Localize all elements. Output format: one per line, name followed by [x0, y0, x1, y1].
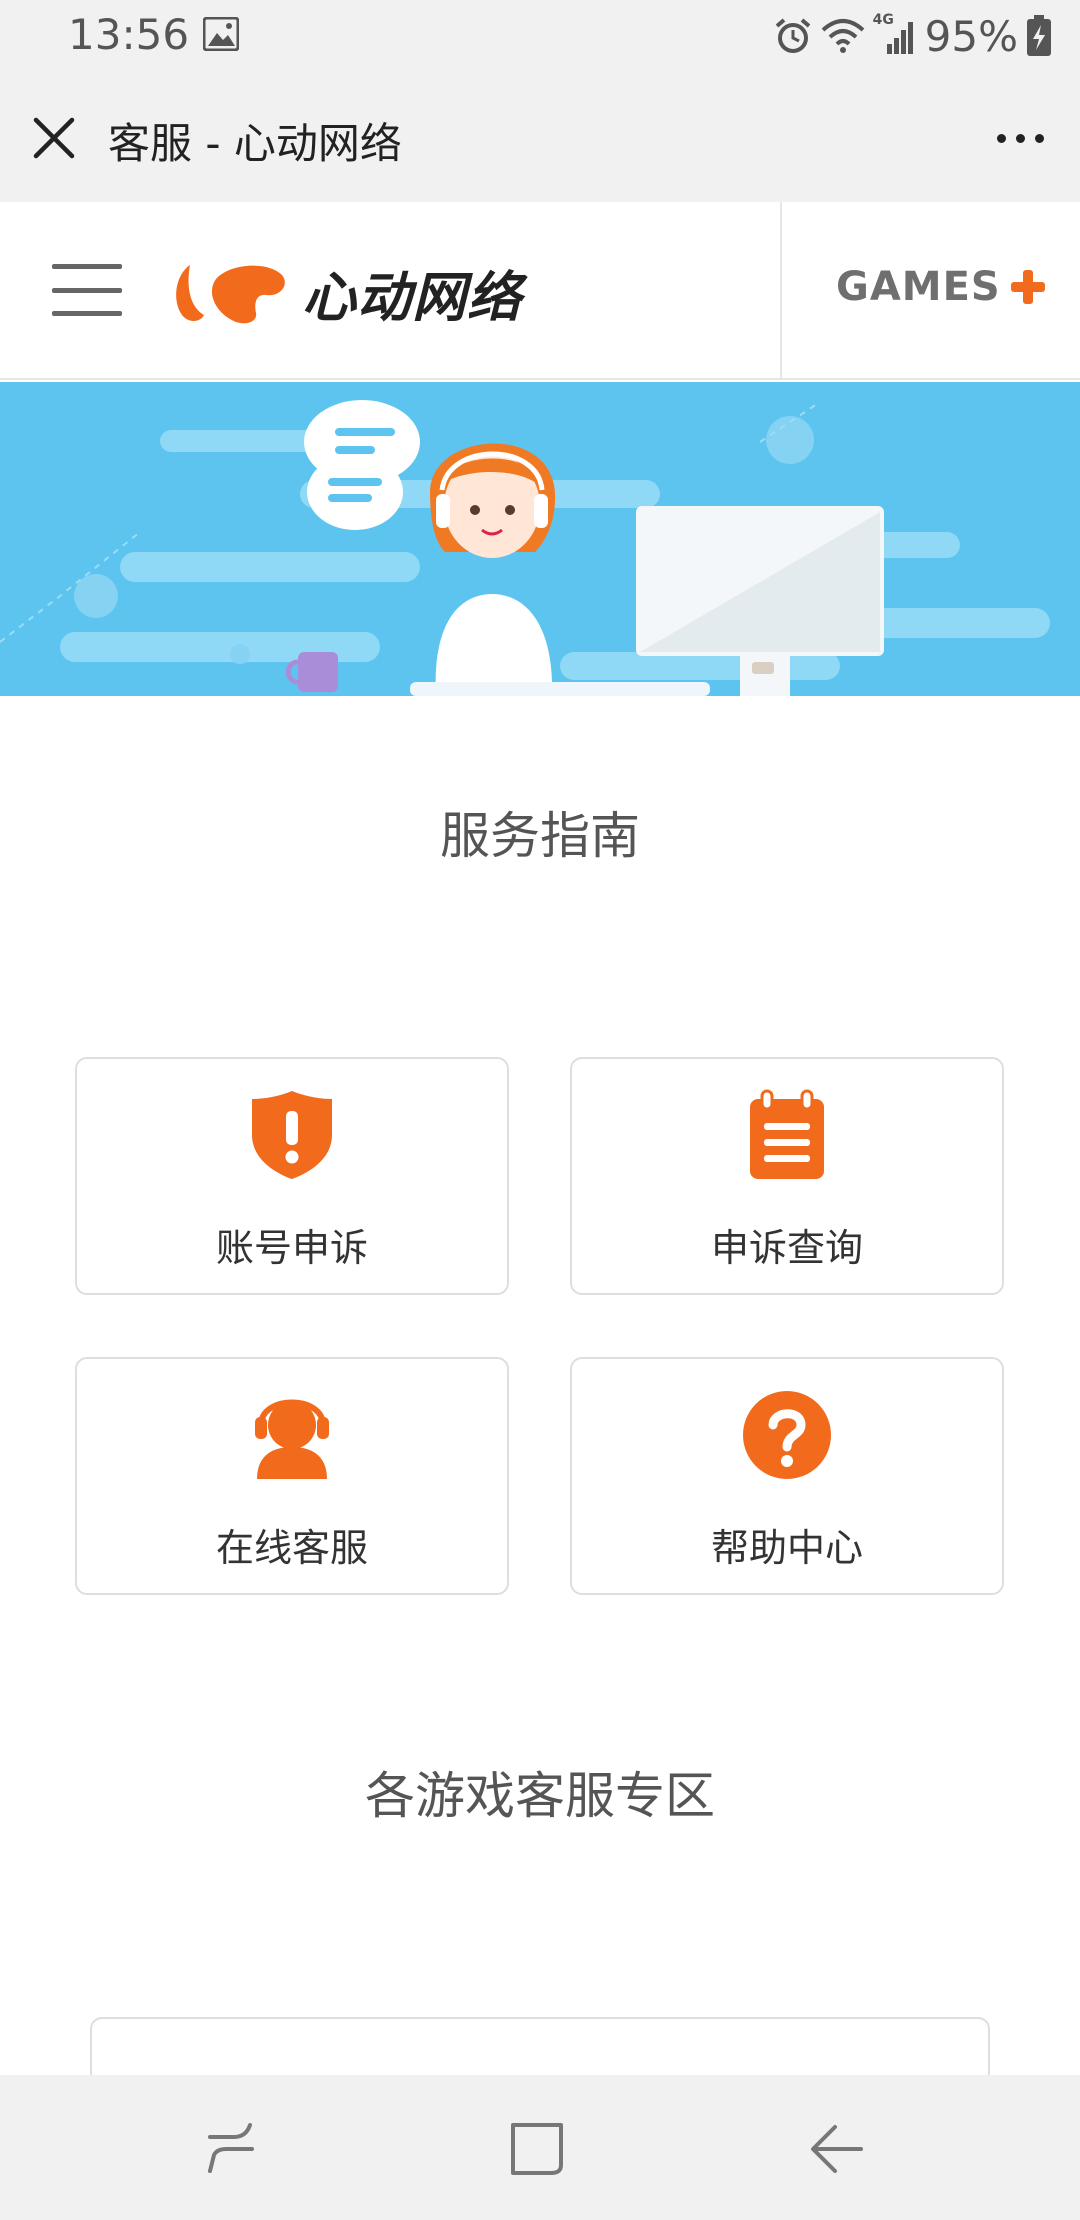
- battery-charging-icon: [1027, 15, 1051, 56]
- more-options-icon[interactable]: [980, 112, 1060, 164]
- site-logo[interactable]: 心动网络: [170, 250, 522, 334]
- appeal-query-card[interactable]: 申诉查询: [570, 1057, 1004, 1295]
- games-label: GAMES: [836, 264, 1001, 310]
- plus-icon: [1010, 270, 1045, 304]
- site-header: 心动网络 GAMES: [0, 202, 1080, 380]
- banner-illustration: [0, 382, 1080, 696]
- battery-percent: 95%: [924, 11, 1018, 61]
- game-zones-section-title: 各游戏客服专区: [365, 1767, 715, 1825]
- header-divider: [780, 202, 782, 380]
- logo-mark-icon: [176, 265, 285, 324]
- recent-apps-icon[interactable]: [200, 2117, 264, 2181]
- notepad-icon: [750, 1089, 824, 1179]
- card-label: 账号申诉: [215, 1226, 368, 1270]
- games-link[interactable]: GAMES: [836, 264, 1045, 310]
- help-center-card[interactable]: 帮助中心: [570, 1357, 1004, 1595]
- alarm-icon: [775, 18, 810, 53]
- gallery-notification-icon: [203, 17, 239, 51]
- page-title: 客服 - 心动网络: [108, 119, 402, 168]
- help-question-icon: [743, 1391, 831, 1479]
- webview-title-bar: 客服 - 心动网络: [0, 72, 1080, 202]
- home-icon[interactable]: [505, 2117, 569, 2181]
- customer-service-banner: [0, 382, 1080, 696]
- menu-icon[interactable]: [52, 264, 122, 316]
- services-section-title: 服务指南: [440, 807, 640, 865]
- headset-agent-icon: [255, 1399, 329, 1479]
- shield-alert-icon: [252, 1091, 332, 1179]
- status-bar: 13:56 4G 95%: [0, 0, 1080, 72]
- account-appeal-card[interactable]: 账号申诉: [75, 1057, 509, 1295]
- online-service-card[interactable]: 在线客服: [75, 1357, 509, 1595]
- card-label: 申诉查询: [710, 1226, 863, 1270]
- card-label: 在线客服: [215, 1526, 368, 1570]
- status-indicators: 4G 95%: [773, 10, 1052, 62]
- close-icon[interactable]: [28, 112, 80, 164]
- back-icon[interactable]: [805, 2117, 869, 2181]
- logo-text: 心动网络: [302, 265, 522, 329]
- system-nav-bar: [0, 2075, 1080, 2220]
- card-label: 帮助中心: [710, 1526, 863, 1570]
- status-time: 13:56: [68, 10, 190, 59]
- wifi-icon: [821, 19, 864, 53]
- cellular-signal-icon: 4G: [873, 12, 917, 58]
